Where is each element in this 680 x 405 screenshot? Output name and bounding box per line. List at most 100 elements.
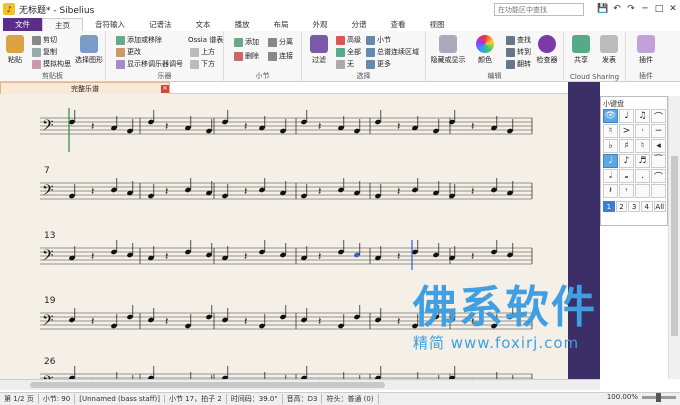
zoom-control[interactable]: 100.00% bbox=[607, 392, 676, 402]
select-none-button[interactable]: 无 bbox=[336, 59, 354, 69]
keypad-eighth-note-icon[interactable]: ♪ bbox=[619, 154, 634, 168]
tab-play[interactable]: 播放 bbox=[223, 18, 262, 31]
keypad-layout-3[interactable]: ⌒ bbox=[651, 109, 666, 123]
keypad-page-2[interactable]: 2 bbox=[615, 201, 628, 212]
tab-file[interactable]: 文件 bbox=[3, 18, 42, 31]
filter-button[interactable]: 过滤 bbox=[304, 35, 334, 65]
ribbon-search-input[interactable] bbox=[494, 3, 584, 16]
close-tab-icon[interactable]: ✕ bbox=[161, 85, 169, 93]
tab-appearance[interactable]: 外观 bbox=[301, 18, 340, 31]
tab-note-input[interactable]: 音符输入 bbox=[83, 18, 137, 31]
vertical-scrollbar[interactable] bbox=[668, 96, 680, 379]
keypad-layout-1[interactable]: ♩ bbox=[619, 109, 634, 123]
keypad-flat-icon[interactable]: ♭ bbox=[603, 139, 618, 153]
keypad-page-1[interactable]: 1 bbox=[603, 201, 615, 212]
paste-button[interactable]: 粘贴 bbox=[0, 35, 30, 65]
tab-view[interactable]: 视图 bbox=[418, 18, 457, 31]
keypad-dotted-icon[interactable]: . bbox=[635, 169, 650, 183]
save-icon[interactable]: 💾 bbox=[596, 0, 610, 18]
keypad-rest-quarter-icon[interactable]: 𝄽 bbox=[603, 184, 618, 198]
keypad-natural-icon[interactable]: ♮ bbox=[603, 124, 618, 138]
hide-show-button[interactable]: 隐藏或显示 bbox=[428, 35, 468, 65]
keypad-layout-2[interactable]: ♫ bbox=[635, 109, 650, 123]
delete-bar-button[interactable]: 删除 bbox=[234, 51, 259, 61]
keypad-page-4[interactable]: 4 bbox=[640, 201, 653, 212]
vertical-scroll-thumb[interactable] bbox=[671, 156, 678, 336]
delete-bar-icon bbox=[234, 51, 243, 61]
change-instrument-button[interactable]: 更改 bbox=[116, 47, 141, 57]
score-canvas[interactable]: 𝄢𝄽𝄽𝄽𝄽𝄽𝄽𝄢7𝄽𝄽𝄽𝄽𝄽𝄽𝄢13𝄽𝄽𝄽𝄽𝄽𝄽𝄢19𝄽𝄽𝄽𝄽𝄽𝄽𝄢26𝄽𝄽𝄽𝄽… bbox=[0, 94, 568, 379]
cut-button[interactable]: 剪切 bbox=[32, 35, 57, 45]
show-transposing-button[interactable]: 显示移调乐器调号 bbox=[116, 59, 183, 69]
tab-notations[interactable]: 记谱法 bbox=[137, 18, 184, 31]
close-button[interactable]: ✕ bbox=[666, 0, 680, 18]
status-page: 第 1/2 页 bbox=[0, 394, 39, 404]
keypad-page-3[interactable]: 3 bbox=[628, 201, 640, 212]
keypad-natural2-icon[interactable]: ♮ bbox=[635, 139, 650, 153]
undo-icon[interactable]: ↶ bbox=[610, 0, 624, 18]
select-system-passage-button[interactable]: 总谱连续区域 bbox=[366, 47, 419, 57]
color-button[interactable]: 颜色 bbox=[470, 35, 500, 65]
keypad-tie-icon[interactable]: ⁀ bbox=[651, 154, 666, 168]
tab-text[interactable]: 文本 bbox=[184, 18, 223, 31]
keypad-accent-icon[interactable]: > bbox=[619, 124, 634, 138]
zoom-slider-knob[interactable] bbox=[656, 392, 661, 402]
flip-icon bbox=[506, 59, 515, 69]
status-pitch: 音高：D3 bbox=[283, 394, 323, 404]
keypad-dot-icon[interactable]: · bbox=[635, 124, 650, 138]
maximize-button[interactable]: □ bbox=[652, 0, 666, 18]
keypad-sixteenth-note-icon[interactable]: ♬ bbox=[635, 154, 650, 168]
score-notation[interactable]: 𝄢𝄽𝄽𝄽𝄽𝄽𝄽𝄢7𝄽𝄽𝄽𝄽𝄽𝄽𝄢13𝄽𝄽𝄽𝄽𝄽𝄽𝄢19𝄽𝄽𝄽𝄽𝄽𝄽𝄢26𝄽𝄽𝄽𝄽… bbox=[0, 94, 568, 379]
keypad-whole-note-icon[interactable]: 𝅝 bbox=[619, 169, 634, 183]
keypad-rest-icon[interactable]: ◂ bbox=[651, 139, 666, 153]
keypad-half-note-icon[interactable]: 𝅗𝅥 bbox=[603, 169, 618, 183]
join-bar-button[interactable]: 连接 bbox=[268, 51, 293, 61]
tab-parts[interactable]: 分谱 bbox=[340, 18, 379, 31]
paste-icon bbox=[6, 35, 24, 53]
select-more-button[interactable]: 更多 bbox=[366, 59, 391, 69]
rest: 𝄽 bbox=[165, 315, 168, 328]
select-none-icon bbox=[336, 59, 345, 69]
goto-button[interactable]: 转到 bbox=[506, 47, 531, 57]
inspector-button[interactable]: 检查器 bbox=[532, 35, 562, 65]
keypad-tenuto-icon[interactable]: − bbox=[651, 124, 666, 138]
keypad-eye-icon[interactable]: 👁 bbox=[603, 109, 618, 123]
share-button[interactable]: 共享 bbox=[566, 35, 596, 65]
copy-icon bbox=[32, 47, 41, 57]
select-graphic-button[interactable]: 选择图形 bbox=[74, 35, 104, 65]
redo-icon[interactable]: ↷ bbox=[624, 0, 638, 18]
tab-layout[interactable]: 布局 bbox=[262, 18, 301, 31]
keypad-slur-icon[interactable]: ⌒ bbox=[651, 169, 666, 183]
split-bar-button[interactable]: 分离 bbox=[268, 37, 293, 47]
full-score-tab[interactable]: 完整乐谱 ✕ bbox=[0, 82, 170, 94]
horizontal-scrollbar[interactable] bbox=[0, 379, 600, 390]
rest: 𝄽 bbox=[397, 315, 400, 328]
find-button[interactable]: 查找 bbox=[506, 35, 531, 45]
rest: 𝄽 bbox=[244, 185, 247, 198]
rest: 𝄽 bbox=[244, 315, 247, 328]
keypad-empty-1[interactable] bbox=[635, 184, 650, 198]
select-advanced-button[interactable]: 高级 bbox=[336, 35, 361, 45]
publish-button[interactable]: 发表 bbox=[594, 35, 624, 65]
capture-button[interactable]: 摸拟构思 bbox=[32, 59, 71, 69]
select-all-button[interactable]: 全部 bbox=[336, 47, 361, 57]
add-remove-instrument-button[interactable]: 添加或移除 bbox=[116, 35, 162, 45]
select-bar-button[interactable]: 小节 bbox=[366, 35, 391, 45]
keypad-rest-eighth-icon[interactable]: 𝄾 bbox=[619, 184, 634, 198]
minimize-button[interactable]: ─ bbox=[638, 0, 652, 18]
keypad-page-all[interactable]: All bbox=[653, 201, 666, 212]
horizontal-scroll-thumb[interactable] bbox=[30, 382, 385, 388]
ossia-above-button[interactable]: 上方 bbox=[190, 47, 215, 57]
status-position: 小节 17，拍子 2 bbox=[165, 394, 227, 404]
plugin-button[interactable]: 插件 bbox=[631, 35, 661, 65]
flip-button[interactable]: 翻转 bbox=[506, 59, 531, 69]
tab-review[interactable]: 查看 bbox=[379, 18, 418, 31]
keypad-empty-2[interactable] bbox=[651, 184, 666, 198]
zoom-slider[interactable] bbox=[642, 392, 676, 402]
add-bar-button[interactable]: 添加 bbox=[234, 37, 259, 47]
copy-button[interactable]: 复制 bbox=[32, 47, 57, 57]
tab-home[interactable]: 主页 bbox=[42, 18, 83, 31]
keypad-quarter-note-icon[interactable]: ♩ bbox=[603, 154, 618, 168]
keypad-sharp-icon[interactable]: ♯ bbox=[619, 139, 634, 153]
ossia-below-button[interactable]: 下方 bbox=[190, 59, 215, 69]
